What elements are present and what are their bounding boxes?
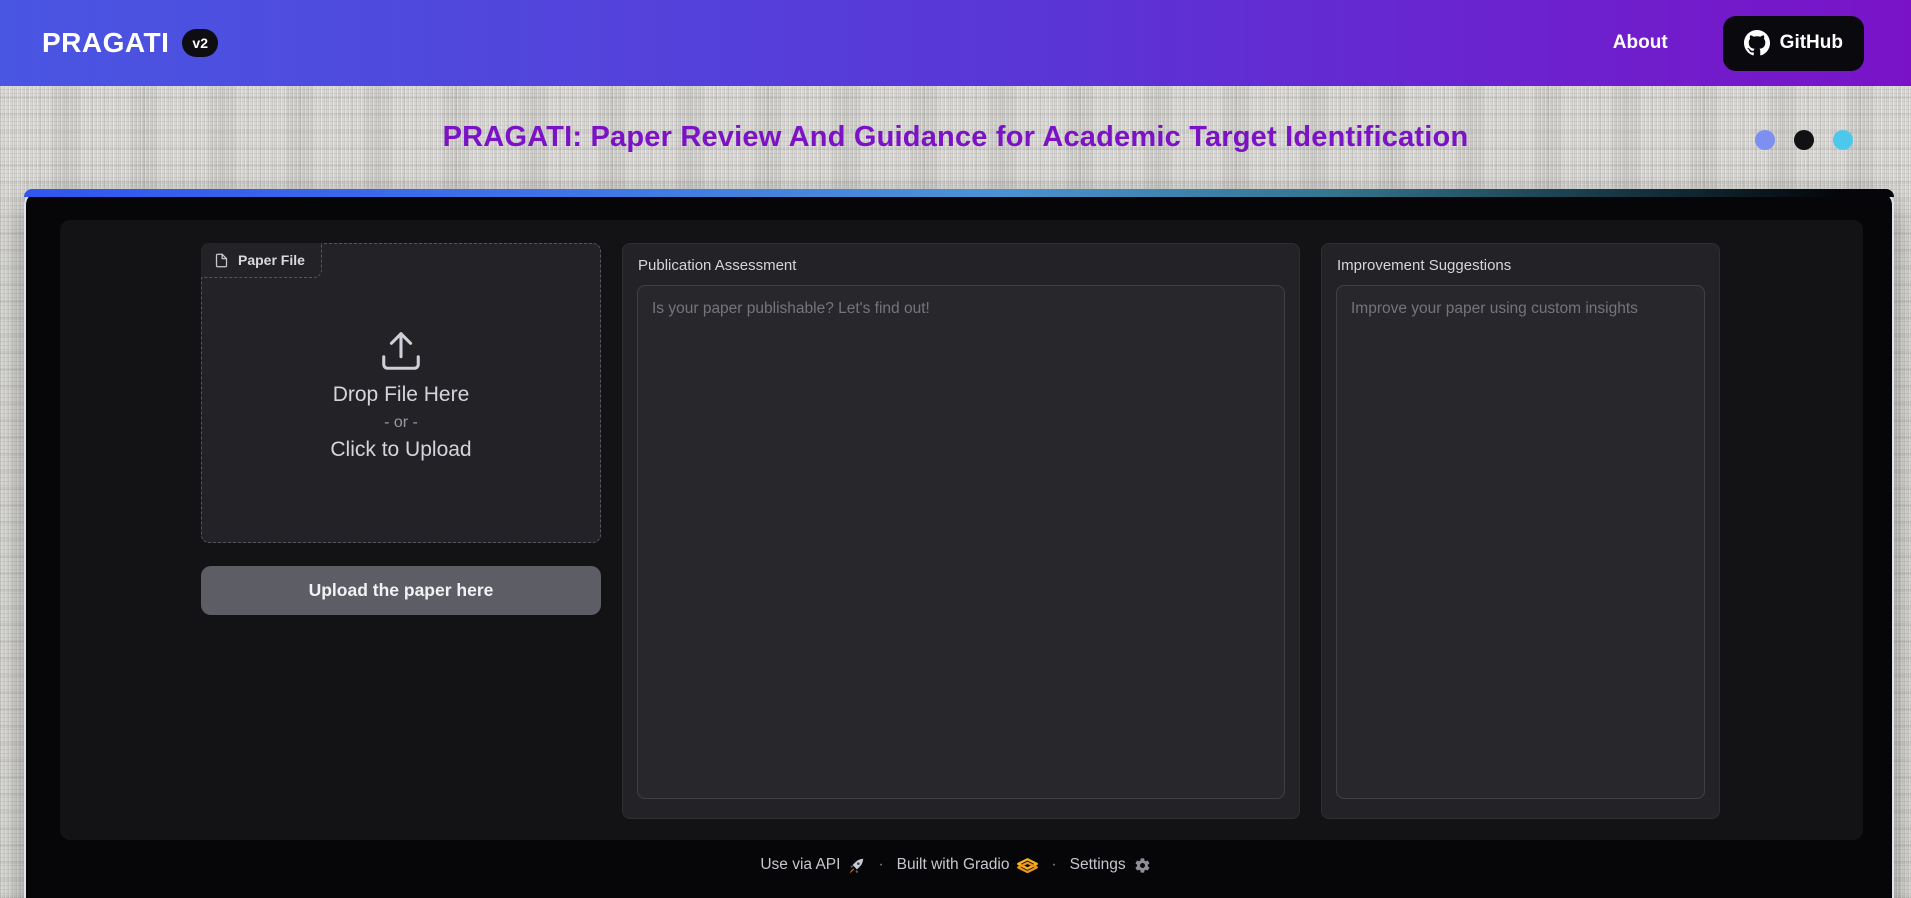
improvement-suggestions-textbox[interactable] — [1336, 285, 1705, 799]
gradio-footer: Use via API · Built with Gradio · Settin… — [0, 856, 1911, 874]
paper-file-label: Paper File — [238, 252, 305, 268]
paper-file-chip: Paper File — [201, 243, 322, 278]
content-columns: Paper File Drop File Here - or - Click t… — [201, 243, 1720, 819]
content-area: Paper File Drop File Here - or - Click t… — [60, 220, 1863, 840]
built-with-gradio[interactable]: Built with Gradio — [897, 856, 1039, 874]
publication-assessment-textbox[interactable] — [637, 285, 1285, 799]
rocket-icon — [848, 857, 865, 874]
dot-periwinkle — [1755, 130, 1775, 150]
publication-assessment-label: Publication Assessment — [638, 257, 797, 274]
use-via-api-label: Use via API — [760, 856, 841, 873]
about-link[interactable]: About — [1613, 32, 1668, 54]
pragati-app-page: PRAGATI v2 About GitHub PRAGATI: Paper R… — [0, 0, 1911, 898]
main-panel: Paper File Drop File Here - or - Click t… — [24, 189, 1894, 898]
improvement-suggestions-label: Improvement Suggestions — [1337, 257, 1512, 274]
file-icon — [214, 253, 229, 268]
github-octocat-icon — [1743, 30, 1770, 56]
improvement-suggestions-block: Improvement Suggestions — [1321, 243, 1720, 819]
publication-assessment-block: Publication Assessment — [622, 243, 1300, 819]
app-header: PRAGATI v2 About GitHub — [0, 0, 1911, 86]
upload-paper-button[interactable]: Upload the paper here — [201, 566, 601, 615]
github-button-label: GitHub — [1779, 32, 1843, 53]
file-dropzone[interactable]: Paper File Drop File Here - or - Click t… — [201, 243, 601, 543]
footer-separator: · — [878, 856, 884, 873]
dropzone-content: Drop File Here - or - Click to Upload — [202, 328, 600, 462]
page-title: PRAGATI: Paper Review And Guidance for A… — [442, 121, 1469, 153]
drop-file-text: Drop File Here — [332, 383, 470, 406]
gradio-logo-icon — [1017, 857, 1039, 873]
built-with-gradio-label: Built with Gradio — [896, 856, 1010, 873]
github-button[interactable]: GitHub — [1722, 15, 1864, 71]
upload-column: Paper File Drop File Here - or - Click t… — [201, 243, 601, 615]
decorative-dots — [1755, 130, 1853, 150]
brand: PRAGATI v2 — [42, 27, 218, 59]
settings-label: Settings — [1069, 856, 1126, 873]
upload-icon — [378, 328, 424, 374]
dot-cyan — [1833, 130, 1853, 150]
footer-separator-2: · — [1051, 856, 1057, 873]
brand-logo: PRAGATI — [42, 27, 170, 58]
use-via-api-link[interactable]: Use via API — [760, 856, 865, 874]
or-text: - or - — [384, 414, 418, 431]
gear-icon — [1134, 857, 1151, 874]
click-to-upload-text[interactable]: Click to Upload — [330, 438, 471, 462]
accent-gradient-bar — [24, 189, 1894, 197]
settings-link[interactable]: Settings — [1070, 856, 1151, 874]
dot-black — [1794, 130, 1814, 150]
version-badge: v2 — [182, 29, 218, 57]
